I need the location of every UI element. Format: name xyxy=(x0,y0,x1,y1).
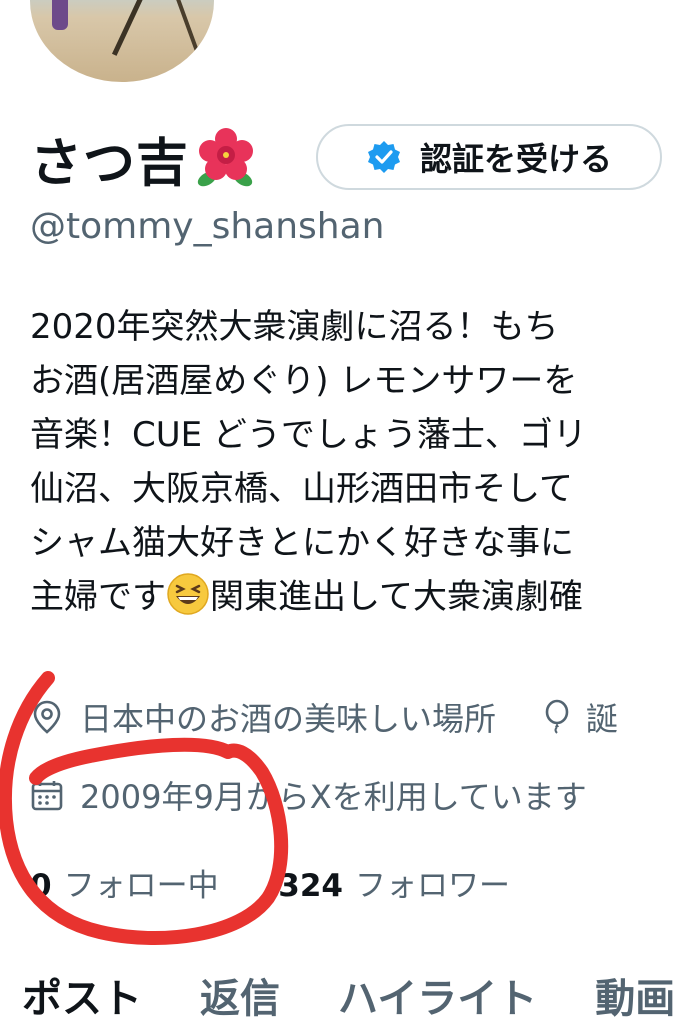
profile-page: さつ吉 認証を受ける @tommy_shanshan 2020年突然大衆演劇に沼… xyxy=(0,0,689,1022)
hibiscus-icon xyxy=(197,128,254,187)
avatar[interactable] xyxy=(30,0,214,82)
get-verified-button[interactable]: 認証を受ける xyxy=(316,124,662,190)
bio-line-last: 主婦です 関東進出して大衆演劇確 xyxy=(30,570,689,624)
bio-line: 仙沼、大阪京橋、山形酒田市そして xyxy=(30,469,573,509)
profile-meta-joined: 2009年9月からXを利用しています xyxy=(30,772,587,818)
followers-link[interactable]: 324 フォロワー xyxy=(278,868,510,904)
follow-stats: 0 フォロー中 324 フォロワー xyxy=(30,860,510,905)
followers-count: 324 xyxy=(278,868,344,904)
bio: 2020年突然大衆演劇に沼る！もち お酒(居酒屋めぐり) レモンサワーを 音楽！… xyxy=(30,300,689,624)
bio-text: 関東進出して大衆演劇確 xyxy=(210,577,583,617)
birthday-text: 誕 xyxy=(586,700,619,738)
tab-replies[interactable]: 返信 xyxy=(200,966,280,1022)
verified-badge-icon xyxy=(367,141,400,173)
following-label: フォロー中 xyxy=(63,868,219,904)
calendar-icon xyxy=(31,781,63,811)
bio-line: 音楽！CUE どうでしょう藩士、ゴリ xyxy=(30,415,587,455)
bio-text: 主婦です xyxy=(30,577,166,617)
bio-line: お酒(居酒屋めぐり) レモンサワーを xyxy=(30,361,578,401)
avatar-detail xyxy=(111,0,164,56)
followers-label: フォロワー xyxy=(355,868,511,904)
tab-posts[interactable]: ポスト xyxy=(22,966,142,1022)
tab-media[interactable]: 動画 xyxy=(595,966,675,1022)
name-row: さつ吉 xyxy=(30,118,259,198)
avatar-detail xyxy=(52,0,68,30)
following-link[interactable]: 0 フォロー中 xyxy=(30,868,219,904)
bio-line: シャム猫大好きとにかく好きな事に xyxy=(30,523,574,563)
balloon-icon xyxy=(545,699,569,734)
tab-highlights[interactable]: ハイライト xyxy=(338,966,537,1022)
grinning-squinting-face-icon xyxy=(167,573,209,615)
location-text: 日本中のお酒の美味しい場所 xyxy=(80,700,497,738)
avatar-detail xyxy=(163,0,201,58)
profile-meta-location: 日本中のお酒の美味しい場所 誕 xyxy=(30,694,618,740)
bio-line: 2020年突然大衆演劇に沼る！もち xyxy=(30,307,559,347)
profile-tabs: ポスト 返信 ハイライト 動画 xyxy=(22,966,689,1022)
joined-text: 2009年9月からXを利用しています xyxy=(80,778,587,816)
get-verified-label: 認証を受ける xyxy=(419,140,612,178)
display-name: さつ吉 xyxy=(30,133,190,194)
user-handle: @tommy_shanshan xyxy=(30,206,385,247)
location-pin-icon xyxy=(33,700,61,734)
following-count: 0 xyxy=(30,868,52,904)
